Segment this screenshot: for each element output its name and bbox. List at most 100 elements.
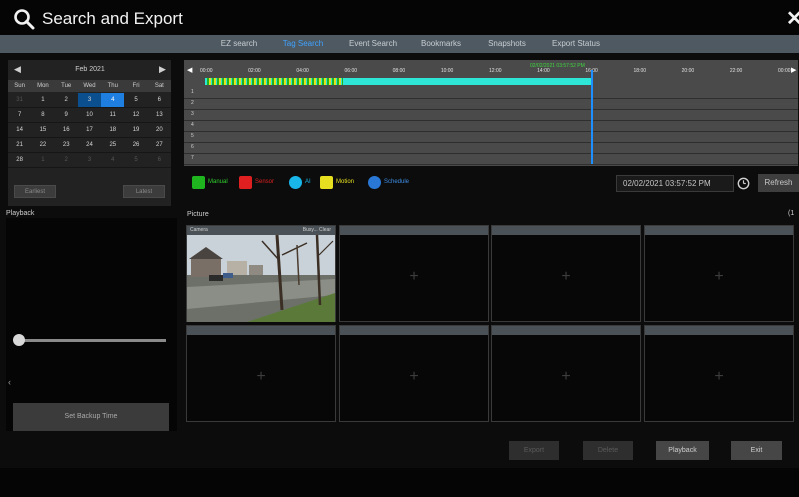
picture-tile-8[interactable]: + <box>644 325 794 422</box>
timeline-tick-label: 00:00 <box>778 68 791 74</box>
picture-tile-7[interactable]: + <box>491 325 641 422</box>
calendar-day[interactable]: 7 <box>8 108 32 123</box>
playback-button[interactable]: Playback <box>656 441 709 460</box>
calendar-day[interactable]: 16 <box>54 123 78 138</box>
timeline-tick-label: 10:00 <box>440 68 454 74</box>
exit-button[interactable]: Exit <box>731 441 782 460</box>
timeline-row-divider <box>184 131 798 132</box>
timeline-tick-label: 00:00 <box>200 68 213 74</box>
calendar-day[interactable]: 9 <box>54 108 78 123</box>
calendar-day[interactable]: 28 <box>8 153 32 168</box>
calendar-day[interactable]: 22 <box>31 138 55 153</box>
tab-export-status[interactable]: Export Status <box>540 35 612 53</box>
weekday-mon: Mon <box>37 83 49 89</box>
weekday-wed: Wed <box>83 83 96 89</box>
calendar-day[interactable]: 3 <box>77 153 102 168</box>
calendar-day[interactable]: 23 <box>54 138 78 153</box>
delete-button[interactable]: Delete <box>583 441 633 460</box>
calendar-day[interactable]: 17 <box>77 123 102 138</box>
legend-ai-label: AI <box>305 179 311 185</box>
playback-slider-track[interactable] <box>18 339 166 342</box>
calendar-day[interactable]: 24 <box>77 138 102 153</box>
calendar-day[interactable]: 14 <box>8 123 32 138</box>
playback-slider-handle[interactable] <box>13 334 25 346</box>
calendar-day[interactable]: 26 <box>124 138 148 153</box>
tab-ez-search[interactable]: EZ search <box>207 35 271 53</box>
timeline-row-divider <box>184 164 798 165</box>
calendar-day[interactable]: 6 <box>147 93 171 108</box>
calendar-day[interactable]: 25 <box>101 138 125 153</box>
calendar-day[interactable]: 21 <box>8 138 32 153</box>
timeline-prev-icon[interactable]: ◀ <box>187 66 192 74</box>
sensor-icon <box>239 176 252 189</box>
timeline-tick-label: 20:00 <box>681 68 695 74</box>
mouse-cursor-icon: ‹ <box>8 377 11 387</box>
picture-tile-3[interactable]: + <box>491 225 641 322</box>
timeline-cursor[interactable] <box>591 70 593 164</box>
timeline-row-divider <box>184 153 798 154</box>
refresh-button[interactable]: Refresh <box>758 174 799 192</box>
picture-tile-header <box>645 326 793 335</box>
tab-snapshots[interactable]: Snapshots <box>476 35 538 53</box>
calendar-day[interactable]: 18 <box>101 123 125 138</box>
calendar-day[interactable]: 5 <box>124 153 148 168</box>
bottom-strip <box>0 468 799 497</box>
calendar-day[interactable]: 4 <box>101 93 125 108</box>
calendar-day[interactable]: 1 <box>31 93 55 108</box>
calendar-day[interactable]: 11 <box>101 108 125 123</box>
calendar-day[interactable]: 27 <box>147 138 171 153</box>
earliest-button[interactable]: Earliest <box>14 185 56 198</box>
timeline[interactable] <box>184 60 798 166</box>
ai-icon <box>289 176 302 189</box>
calendar-day[interactable]: 2 <box>54 153 78 168</box>
timeline-next-icon[interactable]: ▶ <box>791 66 796 74</box>
timeline-row-label: 1 <box>191 89 194 95</box>
calendar-day[interactable]: 10 <box>77 108 102 123</box>
timeline-row-label: 5 <box>191 133 194 139</box>
search-icon <box>14 9 35 30</box>
calendar-day[interactable]: 31 <box>8 93 32 108</box>
add-icon: + <box>256 368 266 386</box>
picture-tile-5[interactable]: + <box>186 325 336 422</box>
weekday-thu: Thu <box>107 83 118 89</box>
picture-tile-header <box>645 226 793 235</box>
legend-sensor-label: Sensor <box>255 179 275 185</box>
clock-icon[interactable] <box>737 177 750 190</box>
playback-panel <box>6 218 177 431</box>
calendar-day[interactable]: 19 <box>124 123 148 138</box>
tab-tag-search[interactable]: Tag Search <box>271 35 335 53</box>
weekday-sat: Sat <box>154 83 164 89</box>
window-title: Search and Export <box>42 9 183 28</box>
calendar-day[interactable]: 13 <box>147 108 171 123</box>
picture-tile-header <box>492 326 640 335</box>
picture-tile-1[interactable]: Camera Busy... Clear <box>186 225 336 322</box>
picture-tile-4[interactable]: + <box>644 225 794 322</box>
tab-bookmarks[interactable]: Bookmarks <box>408 35 474 53</box>
calendar-day[interactable]: 15 <box>31 123 55 138</box>
calendar-day[interactable]: 6 <box>147 153 171 168</box>
calendar-day[interactable]: 2 <box>54 93 78 108</box>
calendar-day[interactable]: 3 <box>77 93 102 108</box>
timeline-tick-label: 02:00 <box>248 68 261 74</box>
calendar-day[interactable]: 12 <box>124 108 148 123</box>
prev-month-icon[interactable]: ◀ <box>14 64 21 75</box>
set-backup-time-button[interactable]: Set Backup Time <box>13 403 169 431</box>
export-button[interactable]: Export <box>509 441 559 460</box>
latest-button[interactable]: Latest <box>123 185 165 198</box>
calendar-day[interactable]: 1 <box>31 153 55 168</box>
timeline-row-label: 3 <box>191 111 194 117</box>
picture-tile-status: Busy... Clear <box>302 227 331 233</box>
calendar-day[interactable]: 5 <box>124 93 148 108</box>
picture-tile-2[interactable]: + <box>339 225 489 322</box>
timeline-row-divider <box>184 98 798 99</box>
timeline-row-divider <box>184 109 798 110</box>
close-icon[interactable]: ✕ <box>786 6 799 31</box>
tab-event-search[interactable]: Event Search <box>340 35 406 53</box>
calendar-day[interactable]: 8 <box>31 108 55 123</box>
next-month-icon[interactable]: ▶ <box>159 64 166 75</box>
calendar-day[interactable]: 20 <box>147 123 171 138</box>
timeline-row-label: 4 <box>191 122 194 128</box>
calendar-day[interactable]: 4 <box>101 153 125 168</box>
picture-tile-6[interactable]: + <box>339 325 489 422</box>
datetime-field[interactable]: 02/02/2021 03:57:52 PM <box>616 175 734 192</box>
